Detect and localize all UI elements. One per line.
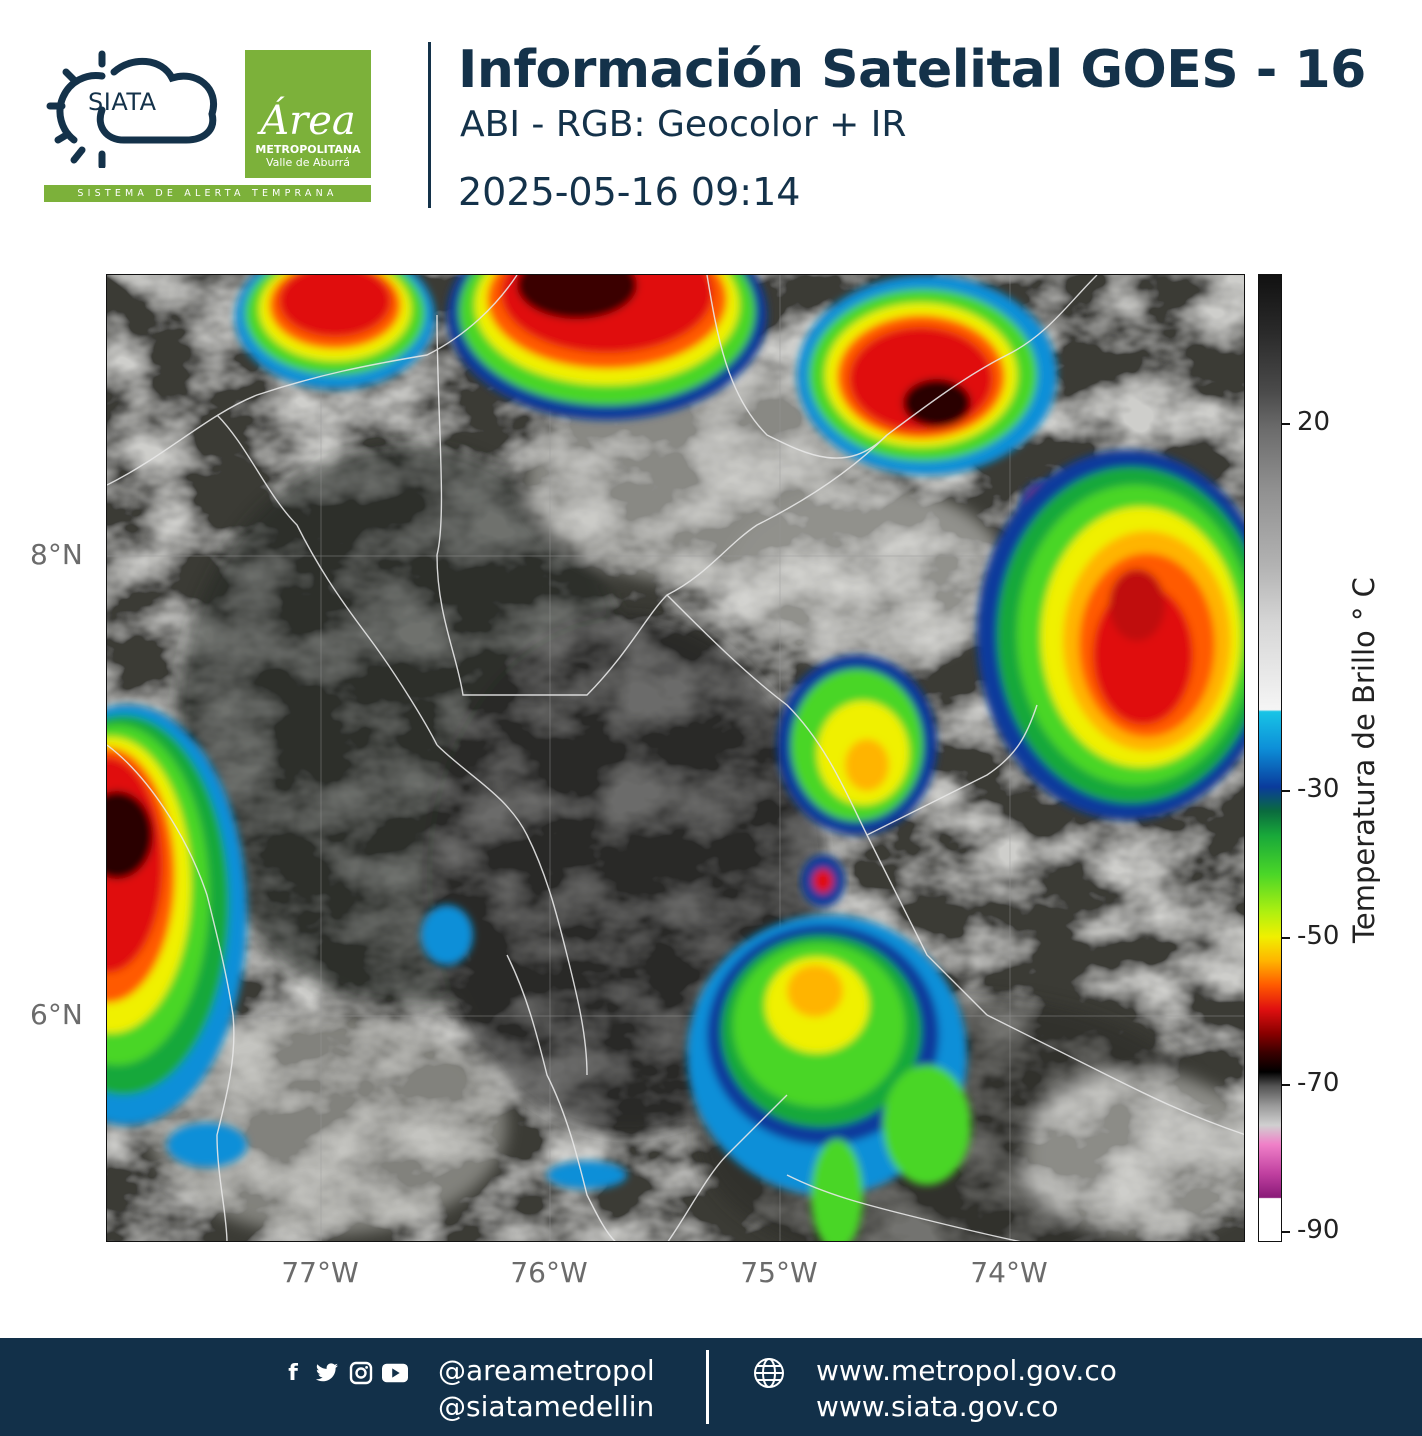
youtube-icon[interactable] — [382, 1360, 408, 1386]
website-metropol[interactable]: www.metropol.gov.co — [816, 1354, 1117, 1387]
instagram-icon[interactable] — [348, 1360, 374, 1386]
colorbar-label: 20 — [1297, 407, 1331, 437]
timestamp: 2025-05-16 09:14 — [458, 170, 801, 214]
footer — [0, 1338, 1422, 1436]
page-title: Información Satelital GOES - 16 — [458, 40, 1366, 100]
siata-logo-text: SIATA — [88, 88, 157, 116]
satellite-map[interactable] — [106, 274, 1245, 1242]
header-divider — [428, 42, 431, 208]
colorbar-label: -90 — [1297, 1215, 1340, 1245]
area-metropolitana-logo: Área METROPOLITANA Valle de Aburrá — [245, 50, 371, 178]
area-logo-line1: METROPOLITANA — [255, 143, 361, 156]
colorbar-tick — [1282, 423, 1290, 425]
lat-label-6n: 6°N — [30, 998, 83, 1031]
globe-icon — [754, 1358, 784, 1388]
footer-divider — [706, 1350, 709, 1424]
twitter-icon[interactable] — [314, 1360, 340, 1386]
handle-areametropol[interactable]: @areametropol — [438, 1354, 655, 1387]
social-icons: f — [280, 1360, 408, 1386]
colorbar-label: -50 — [1297, 921, 1340, 951]
lon-label-77w: 77°W — [281, 1256, 359, 1289]
lat-label-8n: 8°N — [30, 538, 83, 571]
colorbar-label: -30 — [1297, 774, 1340, 804]
handle-siatamedellin[interactable]: @siatamedellin — [438, 1390, 654, 1423]
colorbar-label: -70 — [1297, 1068, 1340, 1098]
website-siata[interactable]: www.siata.gov.co — [816, 1390, 1058, 1423]
lon-label-74w: 74°W — [970, 1256, 1048, 1289]
area-logo-script: Área — [260, 98, 356, 144]
area-logo-line2: Valle de Aburrá — [265, 156, 351, 169]
colorbar-title: Temperatura de Brillo ° C — [1347, 577, 1381, 943]
colorbar-tick — [1282, 790, 1290, 792]
colorbar — [1258, 274, 1282, 1242]
lon-label-75w: 75°W — [740, 1256, 818, 1289]
facebook-icon[interactable]: f — [280, 1360, 306, 1386]
colorbar-tick — [1282, 1084, 1290, 1086]
siata-band: SISTEMA DE ALERTA TEMPRANA — [44, 185, 371, 202]
lon-label-76w: 76°W — [510, 1256, 588, 1289]
colorbar-tick — [1282, 1231, 1290, 1233]
page-subtitle: ABI - RGB: Geocolor + IR — [460, 104, 907, 145]
colorbar-tick — [1282, 937, 1290, 939]
